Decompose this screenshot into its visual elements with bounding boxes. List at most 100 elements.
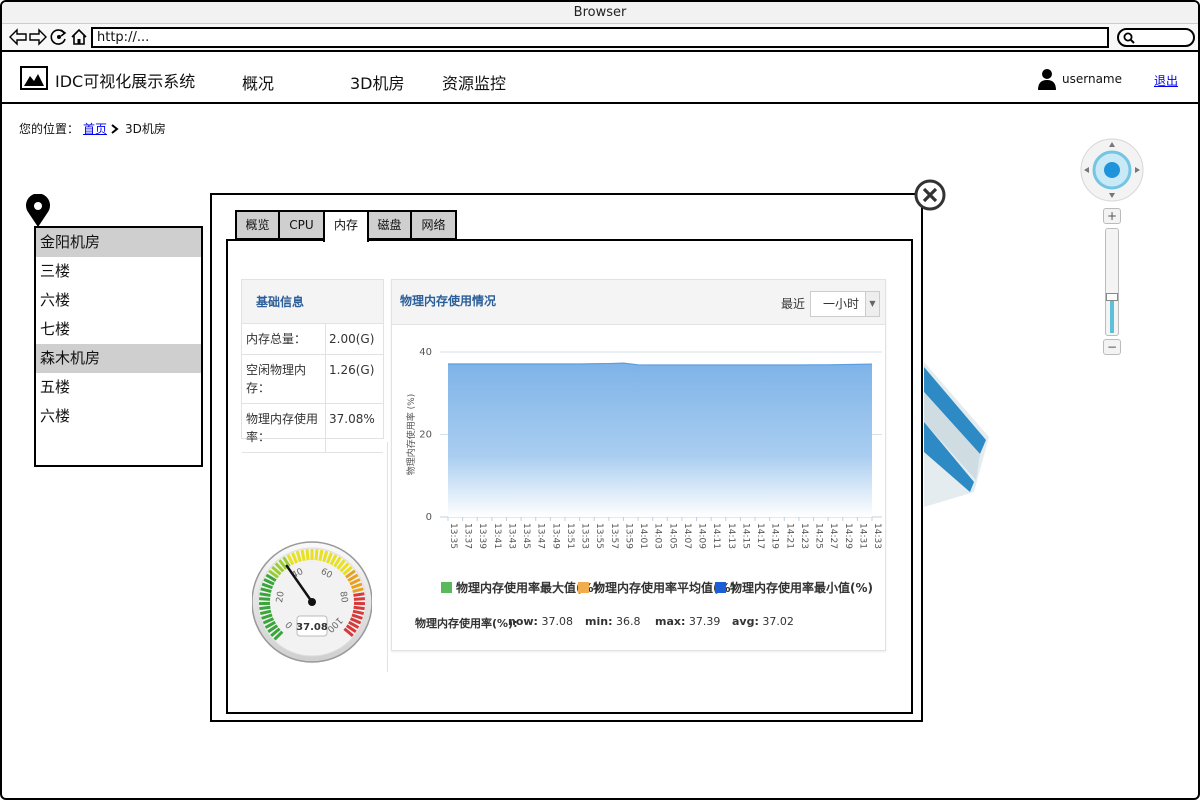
browser-titlebar: Browser (2, 2, 1198, 24)
gauge-value: 37.08 (296, 622, 328, 633)
stats-min-label: min: (585, 615, 613, 628)
x-tick-label: 14:25 (814, 523, 824, 549)
nav-resource-monitor[interactable]: 资源监控 (442, 70, 506, 94)
memory-usage-area-chart: 0 20 40 13:35 13:37 13:39 13:41 13:43 13:45 13:47… (405, 347, 882, 549)
search-icon (1123, 32, 1135, 44)
x-tick-label: 13:45 (521, 523, 531, 549)
3d-room-model-fragment (924, 362, 989, 507)
x-tick-label: 13:59 (623, 523, 633, 549)
legend-swatch-max (441, 582, 452, 593)
info-value: 1.26(G) (329, 363, 375, 377)
room-list-item[interactable]: 三楼 (36, 257, 201, 286)
nav-overview[interactable]: 概况 (242, 70, 274, 94)
breadcrumb-prefix: 您的位置： (19, 122, 80, 136)
room-list-item[interactable]: 六楼 (36, 402, 201, 431)
chevron-right-icon (111, 124, 119, 134)
chevron-down-icon: ▼ (865, 292, 879, 316)
tab-overview[interactable]: 概览 (235, 210, 280, 240)
x-tick-label: 13:43 (506, 523, 516, 549)
info-value: 37.08% (329, 412, 375, 426)
legend-item-min[interactable]: 物理内存使用率最小值(%) (715, 579, 873, 596)
gauge-band-tick (353, 605, 365, 611)
gauge-band-tick (318, 549, 324, 562)
memory-gauge: 02040 608010037.08 (252, 541, 372, 663)
username-label: username (1062, 72, 1122, 86)
y-axis-label: 物理内存使用率 (%) (405, 394, 417, 475)
x-tick-label: 14:05 (667, 523, 677, 549)
pan-control-icon[interactable] (1080, 138, 1144, 202)
info-row: 空闲物理内存： 1.26(G) (242, 355, 383, 404)
legend-item-max[interactable]: 物理内存使用率最大值(%) (441, 579, 599, 596)
gauge-band-tick (305, 549, 310, 561)
room-list-item[interactable]: 五楼 (36, 373, 201, 402)
zoom-in-button[interactable]: + (1103, 208, 1121, 224)
forward-icon[interactable] (28, 27, 48, 47)
x-tick-label: 13:35 (448, 523, 458, 549)
app-title: IDC可视化展示系统 (55, 72, 196, 91)
x-tick-label: 14:19 (770, 523, 780, 549)
zoom-slider-thumb[interactable] (1106, 293, 1118, 301)
basic-info-box: 基础信息 内存总量： 2.00(G) 空闲物理内存： 1.26(G) 物理内存使用率： 3… (241, 279, 384, 453)
room-list-item[interactable]: 森木机房 (36, 344, 201, 373)
x-tick-label: 14:01 (638, 523, 648, 549)
legend-item-avg[interactable]: 物理内存使用率平均值(%) (578, 579, 736, 596)
x-tick-label: 14:03 (653, 523, 663, 549)
location-pin-icon (26, 194, 50, 227)
gauge-band-tick (353, 592, 365, 597)
stats-avg-label: avg: (732, 615, 759, 628)
chart-header: 物理内存使用情况 最近 一小时 ▼ (392, 280, 885, 325)
stats-label: 物理内存使用率(%): (415, 617, 518, 630)
gauge-band-tick (259, 605, 271, 611)
tab-disk[interactable]: 磁盘 (367, 210, 412, 240)
breadcrumb-current: 3D机房 (125, 122, 166, 136)
stats-avg-value: 37.02 (762, 615, 794, 628)
room-list-item[interactable]: 七楼 (36, 315, 201, 344)
home-icon[interactable] (69, 27, 89, 47)
x-tick-label: 13:47 (536, 523, 546, 549)
x-tick-label: 13:41 (492, 523, 502, 549)
x-tick-label: 14:27 (828, 523, 838, 549)
room-list: 金阳机房 三楼 六楼 七楼 森木机房 五楼 六楼 (34, 226, 203, 467)
user-icon (1038, 69, 1056, 90)
time-range-value: 一小时 (823, 297, 860, 311)
y-tick-label: 0 (426, 512, 432, 523)
zoom-slider[interactable] (1105, 228, 1119, 336)
back-icon[interactable] (8, 27, 28, 47)
gauge-band-tick (259, 597, 271, 601)
legend-swatch-min (715, 582, 726, 593)
tab-cpu[interactable]: CPU (278, 210, 325, 240)
basic-info-title: 基础信息 (242, 280, 383, 324)
x-tick-label: 14:31 (857, 523, 867, 549)
x-tick-label: 14:11 (711, 523, 721, 549)
logout-link[interactable]: 退出 (1154, 72, 1178, 89)
zoom-out-button[interactable]: − (1103, 339, 1121, 355)
time-range-label: 最近 (781, 297, 806, 311)
breadcrumb: 您的位置： 首页 3D机房 (19, 120, 166, 137)
x-tick-label: 14:15 (740, 523, 750, 549)
room-list-item[interactable]: 六楼 (36, 286, 201, 315)
gauge-tick-label: 80 (337, 591, 349, 604)
close-icon[interactable] (914, 179, 946, 211)
legend-swatch-avg (578, 582, 589, 593)
x-tick-label: 13:37 (463, 523, 473, 549)
tab-network[interactable]: 网络 (410, 210, 457, 240)
gauge-band-tick (300, 549, 306, 562)
breadcrumb-home-link[interactable]: 首页 (83, 122, 107, 136)
tab-memory[interactable]: 内存 (323, 210, 369, 242)
x-tick-label: 13:57 (609, 523, 619, 549)
x-tick-label: 14:17 (755, 523, 765, 549)
left-column-divider (387, 442, 388, 672)
x-tick-label: 14:09 (697, 523, 707, 549)
url-input[interactable]: http://... (91, 27, 1109, 48)
gauge-band-tick (259, 592, 271, 597)
gauge-tick-label: 20 (275, 590, 287, 603)
time-range-select[interactable]: 一小时 ▼ (810, 291, 880, 317)
stats-min-value: 36.8 (615, 615, 641, 628)
nav-3d-room[interactable]: 3D机房 (350, 70, 405, 94)
info-key: 内存总量： (242, 324, 326, 354)
room-list-item[interactable]: 金阳机房 (36, 228, 201, 257)
x-tick-label: 14:23 (799, 523, 809, 549)
browser-search-box[interactable] (1117, 28, 1195, 47)
reload-icon[interactable] (49, 27, 69, 47)
stats-max-label: max: (655, 615, 686, 628)
